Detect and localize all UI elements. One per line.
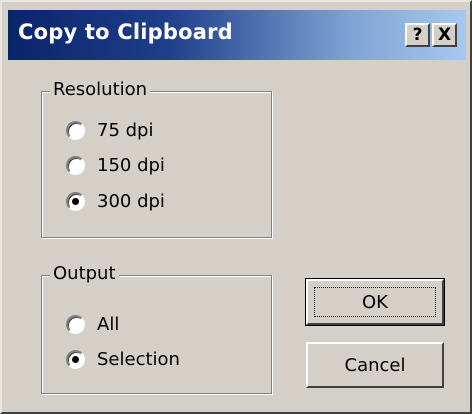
ok-button[interactable]: OK — [305, 278, 445, 326]
cancel-button[interactable]: Cancel — [306, 342, 444, 388]
radio-selection[interactable]: Selection — [66, 347, 180, 371]
radio-label: 300 dpi — [97, 190, 165, 212]
help-button[interactable]: ? — [405, 23, 430, 47]
radio-label: 150 dpi — [97, 154, 165, 176]
copy-to-clipboard-dialog: Copy to Clipboard ? X Resolution 75 dpi … — [0, 0, 472, 414]
radio-button-icon[interactable] — [66, 155, 85, 175]
cancel-button-label: Cancel — [344, 354, 406, 376]
radio-button-icon[interactable] — [66, 314, 85, 334]
radio-button-icon[interactable] — [66, 120, 85, 140]
title-bar[interactable]: Copy to Clipboard ? X — [8, 10, 466, 60]
output-group: Output All Selection — [41, 263, 272, 394]
radio-label: All — [97, 313, 120, 335]
close-button[interactable]: X — [432, 23, 457, 47]
radio-button-selected-icon[interactable] — [66, 349, 85, 369]
radio-dot-icon — [72, 355, 79, 363]
radio-button-selected-icon[interactable] — [66, 191, 85, 211]
resolution-group: Resolution 75 dpi 150 dpi 300 dpi — [41, 79, 272, 238]
radio-label: 75 dpi — [97, 119, 154, 141]
focus-rectangle — [314, 287, 436, 317]
radio-150-dpi[interactable]: 150 dpi — [66, 153, 165, 177]
radio-label: Selection — [97, 348, 180, 370]
output-legend: Output — [50, 263, 119, 284]
radio-dot-icon — [72, 197, 79, 205]
dialog-title: Copy to Clipboard — [18, 20, 233, 44]
radio-75-dpi[interactable]: 75 dpi — [66, 118, 153, 142]
resolution-legend: Resolution — [50, 79, 151, 100]
radio-all[interactable]: All — [66, 312, 119, 336]
radio-300-dpi[interactable]: 300 dpi — [66, 189, 165, 213]
